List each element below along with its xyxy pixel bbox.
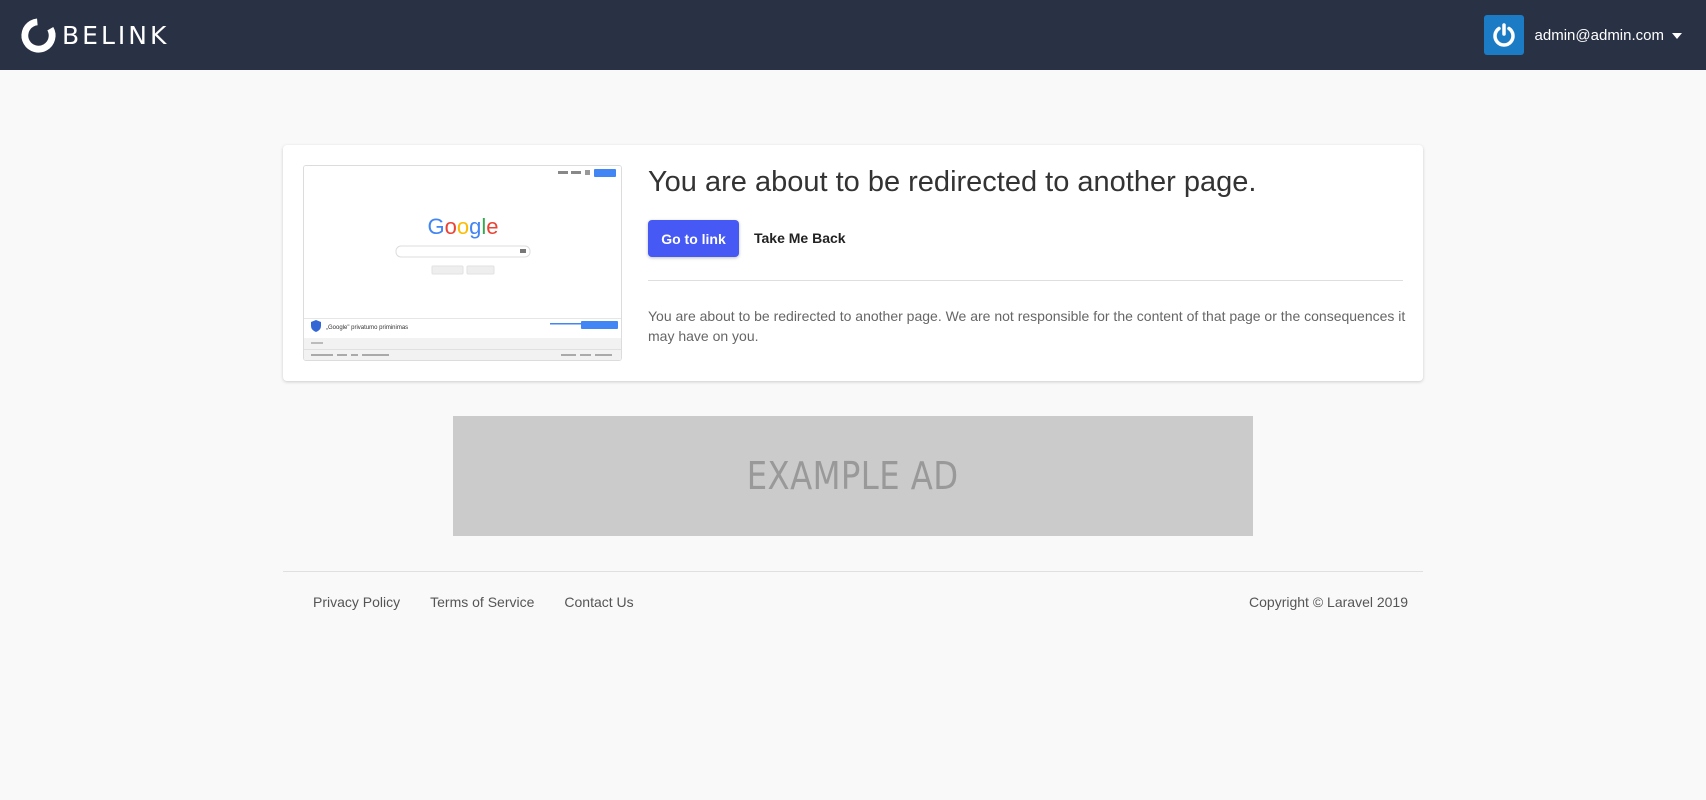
privacy-policy-link[interactable]: Privacy Policy xyxy=(313,594,400,610)
brand-logo[interactable]: BELINK xyxy=(19,16,169,54)
go-to-link-button[interactable]: Go to link xyxy=(648,220,739,257)
footer-nav: Privacy Policy Terms of Service Contact … xyxy=(313,594,634,610)
preview-google-logo: Google xyxy=(427,214,498,239)
chevron-down-icon xyxy=(1672,33,1682,39)
terms-of-service-link[interactable]: Terms of Service xyxy=(430,594,534,610)
brand-name: BELINK xyxy=(62,20,170,50)
user-menu-dropdown[interactable]: admin@admin.com xyxy=(1483,15,1682,55)
belink-logo-icon xyxy=(21,17,56,53)
preview-screenshot: Google „Google" privatumo priminimas xyxy=(304,166,621,360)
copyright-text: Copyright © Laravel 2019 xyxy=(1249,594,1408,610)
svg-text:„Google" privatumo priminimas: „Google" privatumo priminimas xyxy=(326,325,408,331)
divider xyxy=(648,280,1403,281)
contact-us-link[interactable]: Contact Us xyxy=(564,594,633,610)
footer-divider xyxy=(283,571,1423,572)
ad-text: EXAMPLE AD xyxy=(747,454,959,498)
user-email: admin@admin.com xyxy=(1534,26,1664,44)
power-icon xyxy=(1492,23,1515,47)
page-title: You are about to be redirected to anothe… xyxy=(648,166,1257,198)
ad-banner[interactable]: EXAMPLE AD xyxy=(453,416,1253,536)
redirect-disclaimer: You are about to be redirected to anothe… xyxy=(648,308,1406,344)
avatar xyxy=(1483,15,1524,55)
redirect-card: Google „Google" privatumo priminimas You… xyxy=(283,145,1423,381)
take-me-back-button[interactable]: Take Me Back xyxy=(754,220,846,257)
top-navbar: BELINK admin@admin.com xyxy=(0,0,1706,70)
link-preview-image[interactable]: Google „Google" privatumo priminimas xyxy=(303,165,622,361)
